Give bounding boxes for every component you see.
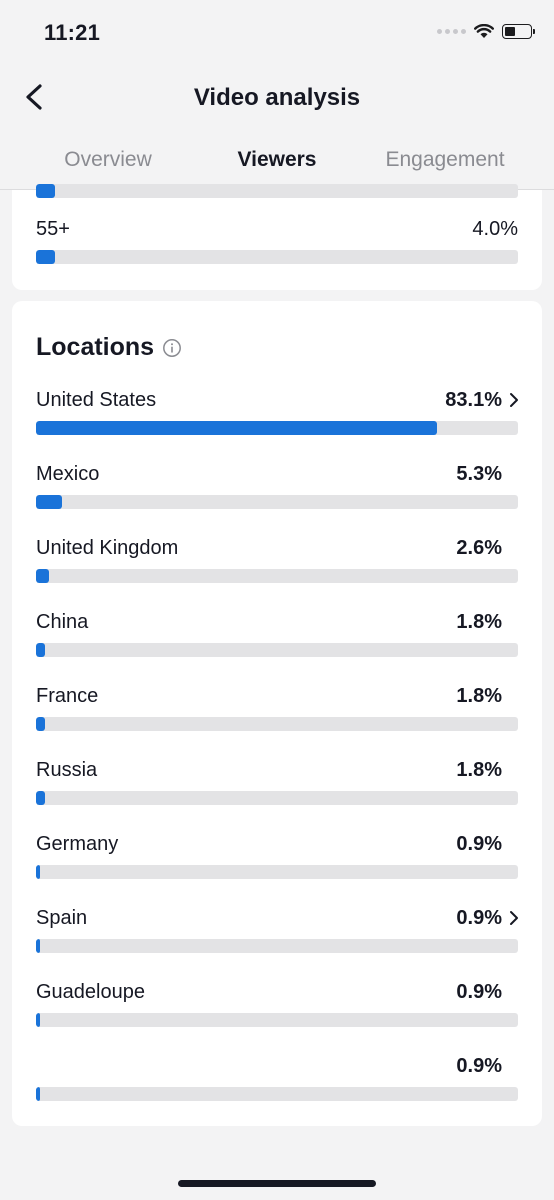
location-bar-track [36,717,518,731]
location-bar-track [36,791,518,805]
tab-engagement[interactable]: Engagement [361,138,529,190]
locations-card: Locations United States 83.1% Mexico 5.3… [12,301,542,1126]
age-card: 55+ 4.0% [12,184,542,290]
location-bar-fill [36,569,49,583]
status-bar: 11:21 [0,0,554,70]
location-value: 2.6% [456,537,502,559]
age-row-value: 4.0% [472,218,518,240]
page-title: Video analysis [193,84,361,111]
location-bar-fill [36,1087,41,1101]
partial-age-bar [36,184,518,198]
location-label: China [36,611,89,633]
nav-bar: Video analysis [0,70,554,126]
wifi-icon [474,24,494,38]
location-bar-track [36,1087,518,1101]
tab-viewers[interactable]: Viewers [193,138,361,191]
location-bar-fill [36,1013,41,1027]
location-label: United Kingdom [36,537,179,559]
status-icons [437,24,535,39]
location-bar-fill [36,643,45,657]
age-bar-track [36,250,518,264]
location-bar-track [36,643,518,657]
location-bar-fill [36,495,62,509]
location-bar-track [36,865,518,879]
location-label: Russia [36,759,98,781]
location-bar-track [36,1013,518,1027]
location-value: 1.8% [456,611,502,633]
tab-bar: Overview Viewers Engagement [0,138,554,191]
battery-icon [502,24,535,39]
location-bar-track [36,569,518,583]
cellular-signal-icon [437,29,466,34]
age-bar-fill [36,250,56,264]
location-value: 0.9% [456,981,502,1003]
location-label: United States [36,389,157,411]
location-label: Mexico [36,463,100,485]
home-indicator [178,1180,376,1187]
location-value: 0.9% [456,833,502,855]
location-value: 5.3% [456,463,502,485]
location-value: 1.8% [456,685,502,707]
locations-title-text: Locations [36,333,155,361]
locations-title: Locations [36,333,182,362]
info-icon[interactable] [162,338,182,358]
location-bar-track [36,495,518,509]
location-bar-track [36,421,518,435]
location-bar-fill [36,791,45,805]
chevron-right-icon [510,911,518,925]
location-bar-track [36,939,518,953]
status-time: 11:21 [44,20,101,45]
location-value: 0.9% [456,1055,502,1077]
location-bar-fill [36,865,41,879]
location-value: 0.9% [456,907,502,929]
location-value: 1.8% [456,759,502,781]
chevron-right-icon [510,393,518,407]
location-label: Spain [36,907,88,929]
partial-age-bar-fill [36,184,55,198]
location-bar-fill [36,939,41,953]
age-row-label: 55+ [36,218,70,240]
location-label: Germany [36,833,119,855]
location-value: 83.1% [445,389,502,411]
location-bar-fill [36,421,437,435]
tab-overview[interactable]: Overview [24,138,192,190]
location-label: France [36,685,99,707]
location-bar-fill [36,717,45,731]
location-label: Guadeloupe [36,981,145,1003]
